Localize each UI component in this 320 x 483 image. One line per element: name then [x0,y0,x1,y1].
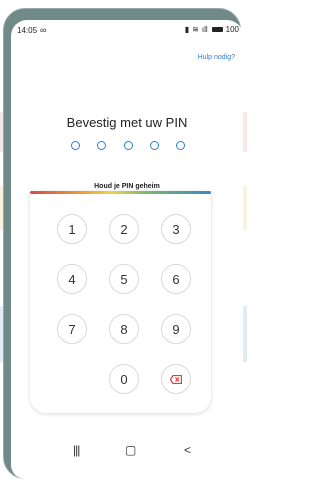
key-1[interactable]: 1 [57,214,87,244]
key-5[interactable]: 5 [109,264,139,294]
infinity-icon: ∞ [40,25,47,35]
page-title: Bevestig met uw PIN [66,115,188,130]
navigation-bar: ||| ▢ < [10,431,242,470]
pin-dot [123,141,133,150]
key-0[interactable]: 0 [109,364,139,394]
key-7[interactable]: 7 [57,314,87,344]
pin-dot [71,141,80,150]
key-2[interactable]: 2 [109,214,139,244]
battery-level: 100 [225,25,239,34]
home-button[interactable]: ▢ [125,443,136,457]
key-3[interactable]: 3 [161,214,191,244]
pin-dot [97,141,107,150]
vibrate-icon: ▮ [184,25,190,34]
recent-apps-button[interactable]: ||| [73,443,80,457]
wifi-icon: ≋ [192,25,199,34]
key-4[interactable]: 4 [57,264,87,294]
status-time: 14:05 [17,26,38,35]
status-indicators: ▮ ≋ ıll 100 [185,25,239,34]
key-9[interactable]: 9 [161,314,191,344]
backspace-icon [170,374,182,384]
delete-button[interactable] [161,364,191,394]
back-button[interactable]: < [184,443,191,457]
pin-indicator [71,141,185,150]
battery-icon [211,27,223,32]
signal-icon: ıll [201,25,208,34]
help-link[interactable]: Hulp nodig? [198,54,235,61]
pin-hint: Houd je PIN geheim [94,183,160,190]
pin-dot [176,141,185,150]
key-6[interactable]: 6 [161,264,191,294]
pin-dot [149,141,159,150]
status-bar: 14:05 ∞ ▮ ≋ ıll 100 [11,20,243,38]
rainbow-bar [30,191,211,194]
key-8[interactable]: 8 [109,314,139,344]
